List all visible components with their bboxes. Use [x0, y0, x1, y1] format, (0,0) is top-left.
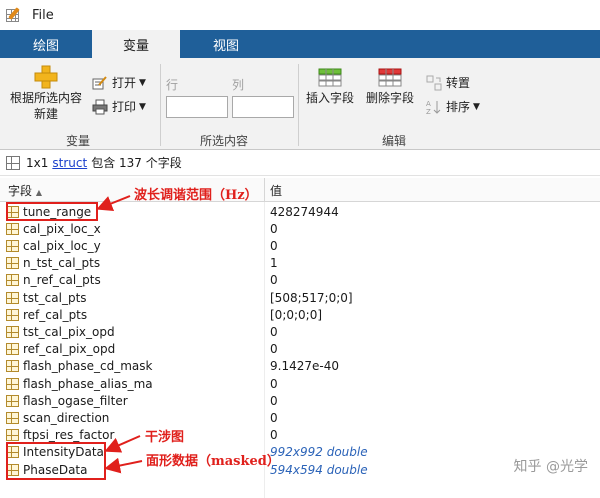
open-variable-icon — [92, 75, 107, 89]
transpose-icon — [426, 75, 442, 90]
annotation-phase: 面形数据（masked） — [146, 454, 280, 469]
ribbon-tabs: 绘图 变量 视图 — [0, 30, 600, 58]
tab-variable[interactable]: 变量 — [92, 30, 180, 58]
group-label-edit: 编辑 — [382, 134, 407, 148]
sort-az-icon: A Z — [426, 100, 441, 115]
delete-field-button[interactable]: 删除字段 — [362, 66, 418, 106]
new-from-selection-button[interactable]: 根据所选内容 新建 — [8, 64, 84, 122]
struct-field-count: 包含 137 个字段 — [91, 156, 182, 170]
insert-field-label: 插入字段 — [305, 91, 354, 105]
variable-editor-icon — [6, 7, 22, 23]
window-title: File — [32, 7, 54, 23]
open-button[interactable]: 打开 ▼ — [92, 74, 146, 91]
field-table: 字段 ▲ 值 tune_range 428274944 cal_pix_loc_x 0… — [0, 178, 600, 498]
watermark: 知乎 @光学 — [513, 459, 588, 475]
open-label: 打开 — [112, 76, 137, 90]
insert-field-button[interactable]: 插入字段 — [302, 66, 358, 106]
insert-field-icon — [318, 68, 342, 87]
arrow-phase — [104, 457, 143, 474]
struct-size: 1x1 — [26, 155, 49, 170]
ribbon-divider — [298, 64, 299, 146]
annotation-tune-range: 波长调谐范围（Hz） — [134, 188, 258, 203]
delete-field-icon — [378, 68, 402, 87]
struct-icon — [6, 155, 20, 170]
transpose-label: 转置 — [446, 76, 471, 90]
arrow-intensity — [104, 435, 141, 453]
sort-button[interactable]: A Z 排序 ▼ — [426, 98, 480, 115]
group-label-selection: 所选内容 — [200, 134, 249, 148]
svg-text:A: A — [426, 100, 431, 108]
print-label: 打印 — [112, 100, 137, 114]
title-bar: File — [0, 0, 600, 30]
new-from-selection-label-1: 根据所选内容 — [9, 91, 82, 105]
annotation-intensity: 干涉图 — [145, 430, 185, 445]
sort-label: 排序 — [446, 100, 471, 114]
row-selection-input[interactable] — [166, 96, 228, 118]
row-label: 行 — [166, 78, 179, 92]
tab-plots[interactable]: 绘图 — [0, 30, 92, 58]
delete-field-label: 删除字段 — [365, 91, 414, 105]
print-dropdown-icon[interactable]: ▼ — [139, 102, 146, 112]
struct-info-bar: 1x1 struct 包含 137 个字段 — [0, 150, 600, 176]
column-selection-input[interactable] — [232, 96, 294, 118]
plus-icon — [34, 65, 58, 89]
arrow-tune-range — [96, 195, 131, 211]
open-dropdown-icon[interactable]: ▼ — [139, 78, 146, 88]
ribbon-divider — [160, 64, 161, 146]
column-label: 列 — [232, 78, 245, 92]
printer-icon — [92, 99, 108, 114]
sort-dropdown-icon[interactable]: ▼ — [473, 102, 480, 112]
group-label-variable: 变量 — [66, 134, 91, 148]
struct-type-link[interactable]: struct — [52, 156, 87, 170]
transpose-button[interactable]: 转置 — [426, 74, 470, 91]
tab-view[interactable]: 视图 — [180, 30, 272, 58]
svg-text:Z: Z — [426, 108, 431, 115]
print-button[interactable]: 打印 ▼ — [92, 98, 146, 115]
new-from-selection-label-2: 新建 — [33, 107, 58, 121]
ribbon: 根据所选内容 新建 打开 ▼ 打印 ▼ 变量 行 列 所选内容 插入字段 删除字… — [0, 58, 600, 150]
